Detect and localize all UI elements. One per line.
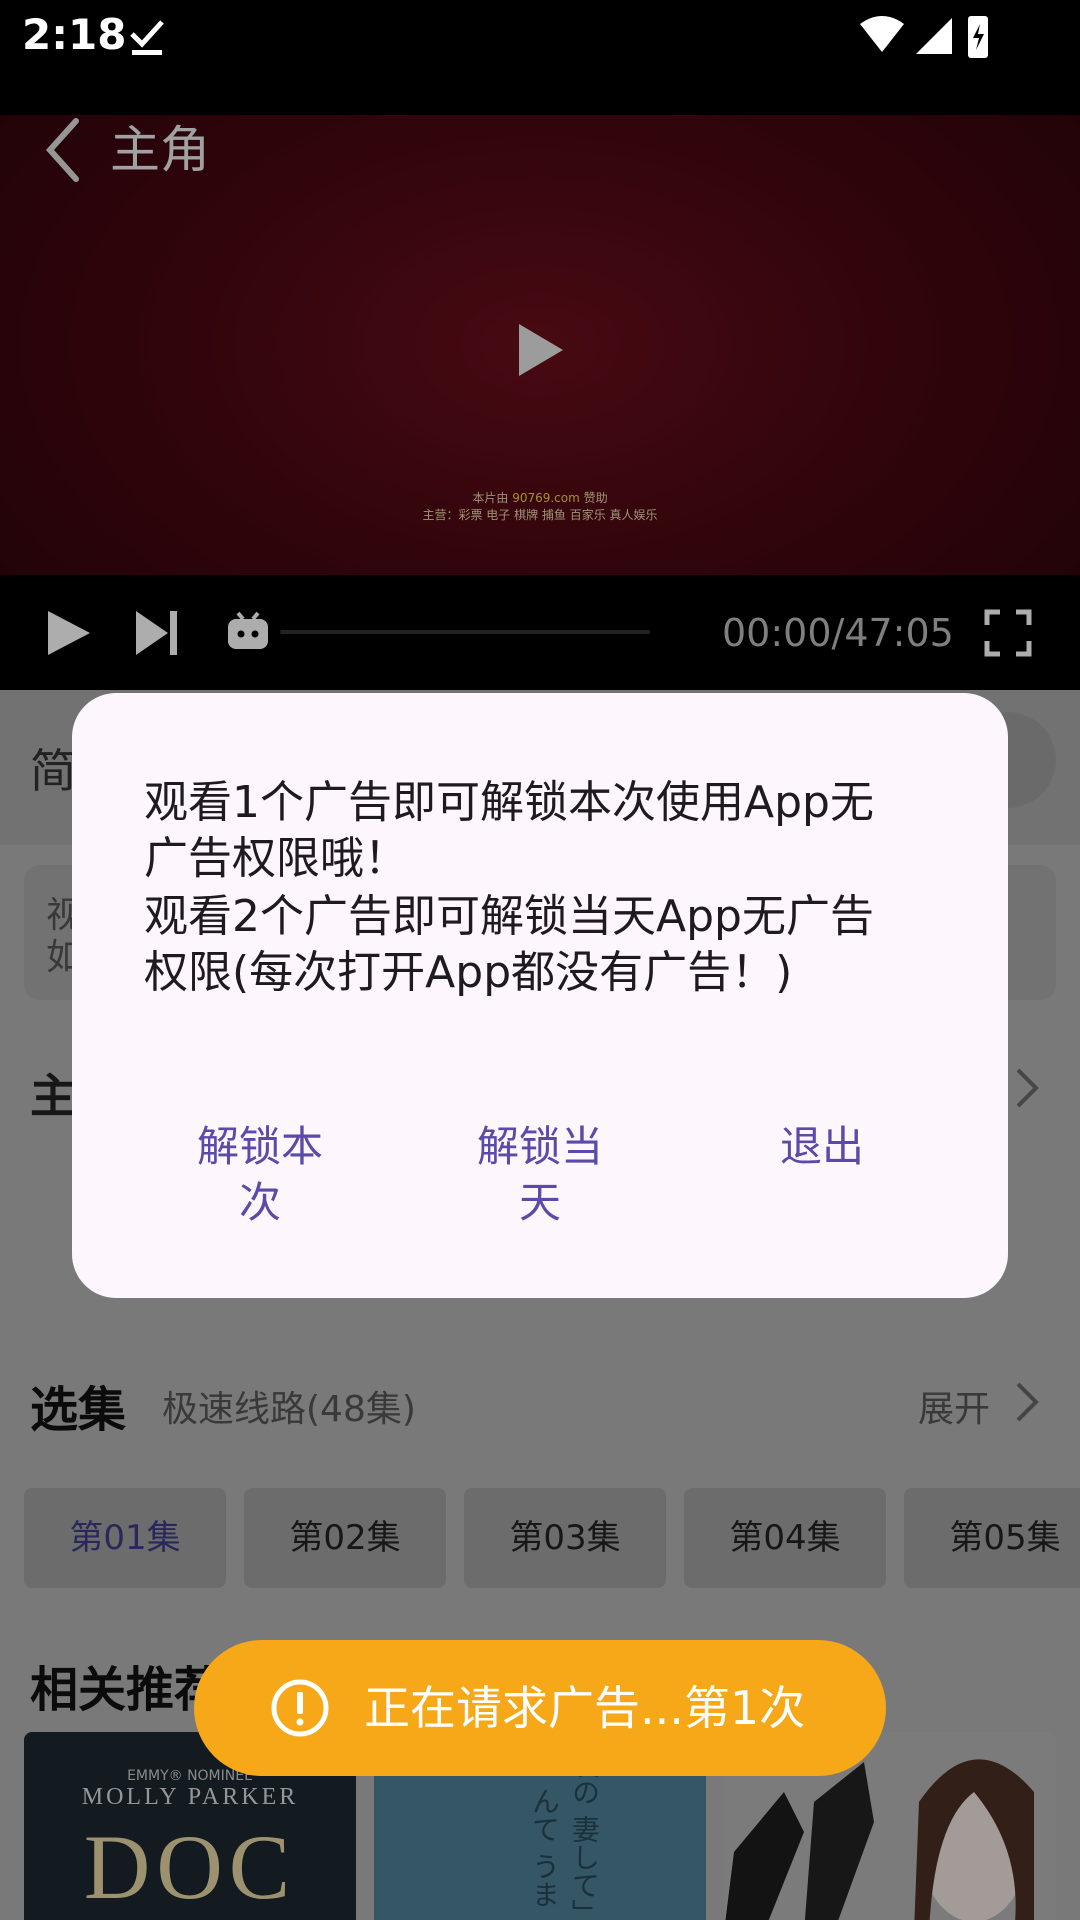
status-icons bbox=[860, 16, 988, 58]
unlock-once-button[interactable]: 解锁本 次 bbox=[180, 1119, 340, 1231]
status-bar: 2:18 bbox=[0, 0, 1080, 115]
download-done-icon bbox=[130, 20, 164, 55]
ad-request-toast: 正在请求广告...第1次 bbox=[194, 1640, 886, 1776]
dialog-message-line: 观看1个广告即可解锁本次使用App无 bbox=[144, 777, 874, 828]
dialog-message-line: 广告权限哦！ bbox=[144, 833, 408, 884]
dialog-message-line: 权限(每次打开App都没有广告！) bbox=[144, 947, 793, 998]
button-label: 天 bbox=[518, 1178, 561, 1227]
alert-icon bbox=[271, 1679, 329, 1737]
dialog-message-line: 观看2个广告即可解锁当天App无广告 bbox=[144, 891, 874, 942]
unlock-ad-dialog: 观看1个广告即可解锁本次使用App无 广告权限哦！ 观看2个广告即可解锁当天Ap… bbox=[72, 693, 1008, 1298]
unlock-day-button[interactable]: 解锁当 天 bbox=[460, 1119, 620, 1231]
signal-icon bbox=[916, 18, 952, 54]
exit-button[interactable]: 退出 bbox=[742, 1119, 902, 1175]
button-label: 解锁本 bbox=[196, 1122, 323, 1171]
status-time: 2:18 bbox=[22, 10, 127, 59]
button-label: 解锁当 bbox=[476, 1122, 603, 1171]
battery-icon bbox=[968, 16, 988, 58]
button-label: 次 bbox=[238, 1178, 281, 1227]
toast-message: 正在请求广告...第1次 bbox=[364, 1681, 806, 1735]
wifi-icon bbox=[860, 16, 904, 52]
